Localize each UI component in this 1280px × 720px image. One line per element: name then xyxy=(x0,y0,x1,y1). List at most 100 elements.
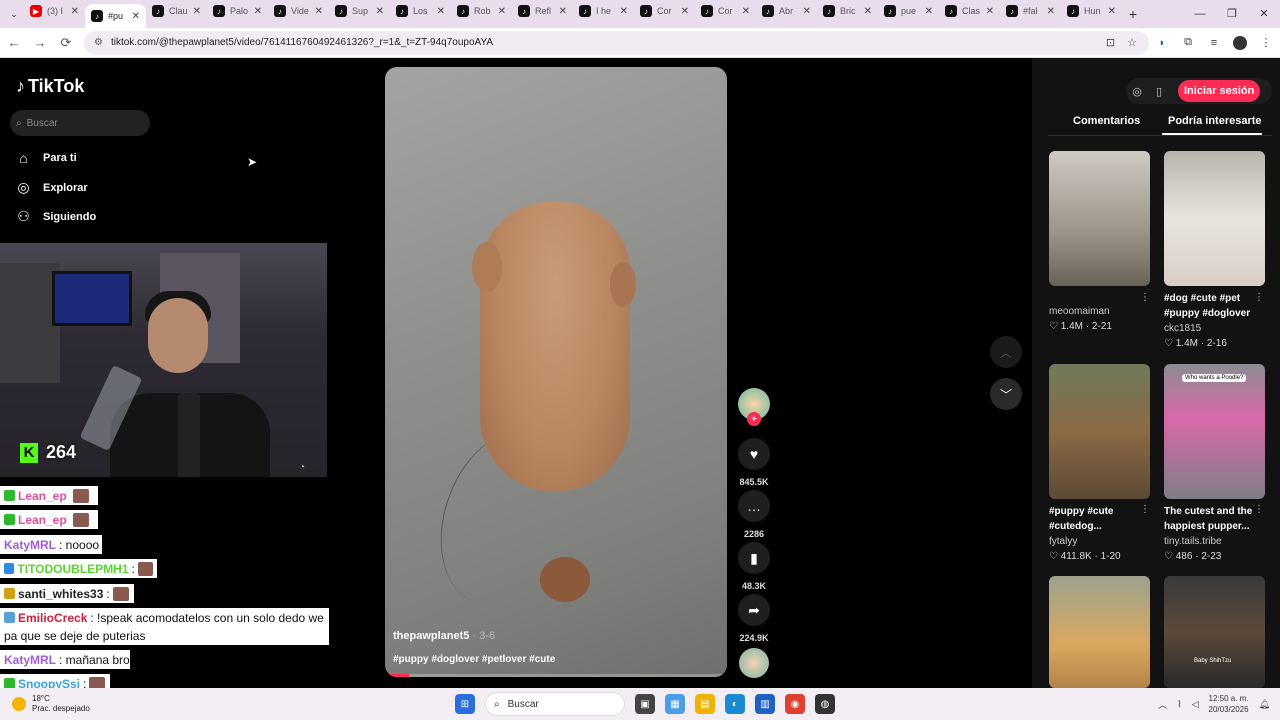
suggested-video-thumb[interactable] xyxy=(1049,151,1150,286)
edge-icon[interactable]: ◐ xyxy=(725,694,745,714)
close-tab-icon[interactable]: ✕ xyxy=(803,6,811,17)
maximize-icon[interactable]: ❐ xyxy=(1216,0,1248,28)
close-tab-icon[interactable]: ✕ xyxy=(193,6,201,17)
nav-para-ti[interactable]: ⌂ Para ti xyxy=(16,150,76,166)
login-button[interactable]: Iniciar sesión xyxy=(1178,80,1261,102)
suggested-video-thumb[interactable]: Who wants a Poodle? xyxy=(1164,364,1265,499)
bookmark-star-icon[interactable]: ☆ xyxy=(1127,36,1137,49)
notification-bell-icon[interactable]: 🔔︎ xyxy=(1259,699,1270,710)
share-button[interactable]: ➦ 224.9K xyxy=(738,594,770,643)
widgets-icon[interactable]: ▦ xyxy=(665,694,685,714)
close-tab-icon[interactable]: ✕ xyxy=(376,6,384,17)
close-tab-icon[interactable]: ✕ xyxy=(1108,6,1116,17)
close-tab-icon[interactable]: ✕ xyxy=(681,6,689,17)
video-progress-bar[interactable] xyxy=(385,674,727,677)
tiktok-icon: ♪ xyxy=(396,5,408,17)
tab-search-icon[interactable]: ⌄ xyxy=(4,4,24,24)
nav-explorar[interactable]: ◎ Explorar xyxy=(16,179,87,196)
install-app-icon[interactable]: ⊡ xyxy=(1106,36,1115,49)
browser-tab[interactable]: ♪ Los ✕ xyxy=(390,0,451,22)
browser-tab[interactable]: ♪ Hun ✕ xyxy=(1061,0,1122,22)
tiktok-logo[interactable]: ♪ TikTok xyxy=(16,76,84,97)
windows-start-icon[interactable]: ⊞ xyxy=(455,694,475,714)
forward-icon[interactable]: → xyxy=(28,35,52,50)
close-tab-icon[interactable]: ✕ xyxy=(925,6,933,17)
media-control-icon[interactable]: ≡ xyxy=(1201,37,1227,49)
close-tab-icon[interactable]: ✕ xyxy=(864,6,872,17)
task-view-icon[interactable]: ▣ xyxy=(635,694,655,714)
browser-tab[interactable]: ♪ pue ✕ xyxy=(878,0,939,22)
video-username[interactable]: thepawplanet5 xyxy=(393,630,469,642)
browser-tab[interactable]: ♪ Vide ✕ xyxy=(268,0,329,22)
taskbar-search[interactable]: ⌕ Buscar xyxy=(485,692,625,716)
tray-chevron-icon[interactable]: ︿ xyxy=(1158,698,1167,711)
mobile-app-icon[interactable]: ▯ xyxy=(1148,85,1170,98)
music-disc-icon[interactable] xyxy=(739,648,769,678)
close-tab-icon[interactable]: ✕ xyxy=(986,6,994,17)
browser-menu-icon[interactable]: ⋮ xyxy=(1253,36,1279,49)
suggested-video-thumb[interactable] xyxy=(1049,576,1150,688)
next-video-button[interactable]: ﹀ xyxy=(990,378,1022,410)
app-icon[interactable]: ◍ xyxy=(815,694,835,714)
site-info-icon[interactable]: ⚙ xyxy=(94,37,103,48)
new-tab-button[interactable]: + xyxy=(1122,6,1144,22)
close-tab-icon[interactable]: ✕ xyxy=(71,6,79,17)
browser-tab[interactable]: ♪ Cor ✕ xyxy=(634,0,695,22)
browser-tab[interactable]: ♪ Sup ✕ xyxy=(329,0,390,22)
comment-button[interactable]: … 2286 xyxy=(738,490,770,539)
browser-tab[interactable]: ♪ #pu ✕ xyxy=(85,4,146,28)
browser-tab[interactable]: ♪ Abr ✕ xyxy=(756,0,817,22)
browser-tab[interactable]: ♪ I he ✕ xyxy=(573,0,634,22)
follow-plus-icon[interactable]: + xyxy=(747,412,761,426)
close-tab-icon[interactable]: ✕ xyxy=(620,6,628,17)
close-tab-icon[interactable]: ✕ xyxy=(437,6,445,17)
suggested-video-thumb[interactable]: Baby ShihTzu xyxy=(1164,576,1265,688)
tab-comments[interactable]: Comentarios xyxy=(1073,115,1140,127)
nav-siguiendo[interactable]: ⚇ Siguiendo xyxy=(16,208,96,225)
creator-avatar[interactable]: + xyxy=(738,388,770,426)
suggested-video-thumb[interactable] xyxy=(1164,151,1265,286)
store-icon[interactable]: ▥ xyxy=(755,694,775,714)
browser-tab[interactable]: ▶ (3) I ✕ xyxy=(24,0,85,22)
browser-tab[interactable]: ♪ Palo ✕ xyxy=(207,0,268,22)
like-button[interactable]: ♥ 845.5K xyxy=(738,438,770,487)
previous-video-button[interactable]: ︿ xyxy=(990,336,1022,368)
close-tab-icon[interactable]: ✕ xyxy=(1047,6,1055,17)
close-tab-icon[interactable]: ✕ xyxy=(315,6,323,17)
reload-icon[interactable]: ⟳ xyxy=(54,35,78,51)
browser-tab[interactable]: ♪ Rob ✕ xyxy=(451,0,512,22)
browser-tab[interactable]: ♪ Refl ✕ xyxy=(512,0,573,22)
explore-compass-icon[interactable]: ◎ xyxy=(1126,85,1148,98)
speaker-icon[interactable]: ◁ xyxy=(1192,699,1199,710)
chrome-icon[interactable]: ◉ xyxy=(785,694,805,714)
close-window-icon[interactable]: ✕ xyxy=(1248,0,1280,28)
back-icon[interactable]: ← xyxy=(2,35,26,50)
address-bar[interactable]: ⚙ tiktok.com/@thepawplanet5/video/761411… xyxy=(84,30,1149,55)
close-tab-icon[interactable]: ✕ xyxy=(254,6,262,17)
network-icon[interactable]: ⌇ xyxy=(1177,699,1181,710)
extension-icon[interactable]: ◗ xyxy=(1149,37,1175,49)
close-tab-icon[interactable]: ✕ xyxy=(742,6,750,17)
save-button[interactable]: ▮ 48.3K xyxy=(738,542,770,591)
tab-title: Hun xyxy=(1084,6,1101,16)
browser-tab[interactable]: ♪ Clas ✕ xyxy=(939,0,1000,22)
close-tab-icon[interactable]: ✕ xyxy=(559,6,567,17)
suggested-video-thumb[interactable] xyxy=(1049,364,1150,499)
tab-suggested[interactable]: Podría interesarte xyxy=(1168,115,1262,127)
browser-tab[interactable]: ♪ Cor ✕ xyxy=(695,0,756,22)
close-tab-icon[interactable]: ✕ xyxy=(498,6,506,17)
browser-tab[interactable]: ♪ Clau ✕ xyxy=(146,0,207,22)
file-explorer-icon[interactable]: ▤ xyxy=(695,694,715,714)
clock[interactable]: 12:50 a. m. 20/03/2026 xyxy=(1209,693,1249,715)
close-tab-icon[interactable]: ✕ xyxy=(132,11,140,22)
extensions-puzzle-icon[interactable]: ⧉ xyxy=(1175,36,1201,49)
minimize-icon[interactable]: — xyxy=(1184,0,1216,28)
weather-widget[interactable]: 18°C Prac. despejado xyxy=(12,694,90,714)
profile-avatar[interactable] xyxy=(1233,35,1247,50)
more-options-icon[interactable]: ⋮ xyxy=(1140,292,1150,303)
video-player[interactable]: thepawplanet5 · 3-6 #puppy #doglover #pe… xyxy=(385,67,727,677)
video-hashtags[interactable]: #puppy #doglover #petlover #cute xyxy=(393,654,555,665)
browser-tab[interactable]: ♪ #fal ✕ xyxy=(1000,0,1061,22)
browser-tab[interactable]: ♪ Bric ✕ xyxy=(817,0,878,22)
search-input[interactable]: ⌕ Buscar xyxy=(10,110,150,136)
